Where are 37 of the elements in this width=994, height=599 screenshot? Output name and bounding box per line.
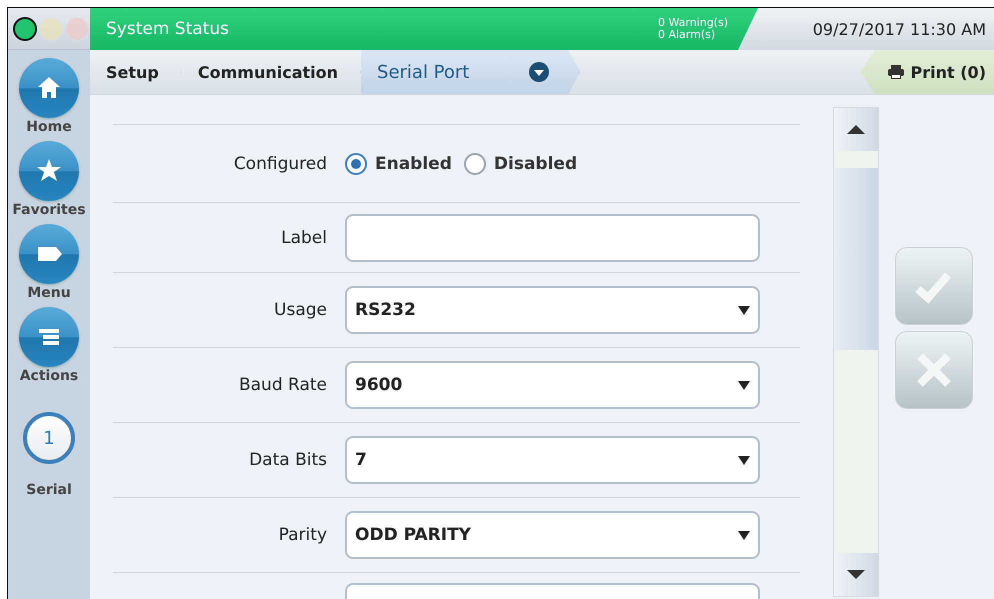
port-label: Serial <box>26 482 72 498</box>
warning-count: 0 Warning(s) <box>658 17 729 29</box>
confirm-button[interactable] <box>895 247 973 325</box>
dropdown-icon <box>529 62 550 82</box>
scroll-thumb[interactable] <box>834 168 878 350</box>
radio-option[interactable]: Disabled <box>464 152 578 174</box>
field-label: Label <box>280 228 328 248</box>
dropdown-field[interactable]: 7 <box>345 436 760 484</box>
dropdown-field[interactable]: RS232 <box>345 286 760 334</box>
close-icon <box>915 351 953 389</box>
printer-icon <box>886 64 905 80</box>
alarm-count: 0 Alarm(s) <box>658 29 716 41</box>
breadcrumb-tab[interactable]: Serial Port <box>361 50 580 94</box>
caret-icon <box>738 530 750 540</box>
caret-icon <box>738 456 750 464</box>
scroll-up-icon <box>847 125 865 134</box>
caret-icon <box>738 380 750 390</box>
radio-button[interactable] <box>345 152 367 174</box>
caret-icon <box>738 306 750 314</box>
input-field[interactable] <box>345 214 760 262</box>
scroll-down-icon <box>847 570 865 579</box>
print-button[interactable]: Print (0) <box>860 50 994 94</box>
radio-option[interactable]: Enabled <box>345 152 452 174</box>
breadcrumb-tab[interactable]: Setup <box>90 50 182 94</box>
field-label: Data Bits <box>248 450 328 470</box>
date-time: 09/27/2017 11:30 AM <box>738 8 994 50</box>
port-number-button[interactable]: 1 <box>23 412 75 464</box>
header-title: System Status <box>106 19 230 39</box>
field-label: Baud Rate <box>238 375 328 395</box>
field-label: Configured <box>232 154 328 174</box>
dropdown-field[interactable]: ODD PARITY <box>345 511 760 559</box>
dropdown-field[interactable]: 9600 <box>345 361 760 409</box>
field-label: Parity <box>278 525 328 545</box>
scrollbar[interactable] <box>833 107 879 597</box>
field-label: Usage <box>273 300 328 320</box>
cancel-button[interactable] <box>895 331 973 409</box>
radio-button[interactable] <box>464 152 486 174</box>
